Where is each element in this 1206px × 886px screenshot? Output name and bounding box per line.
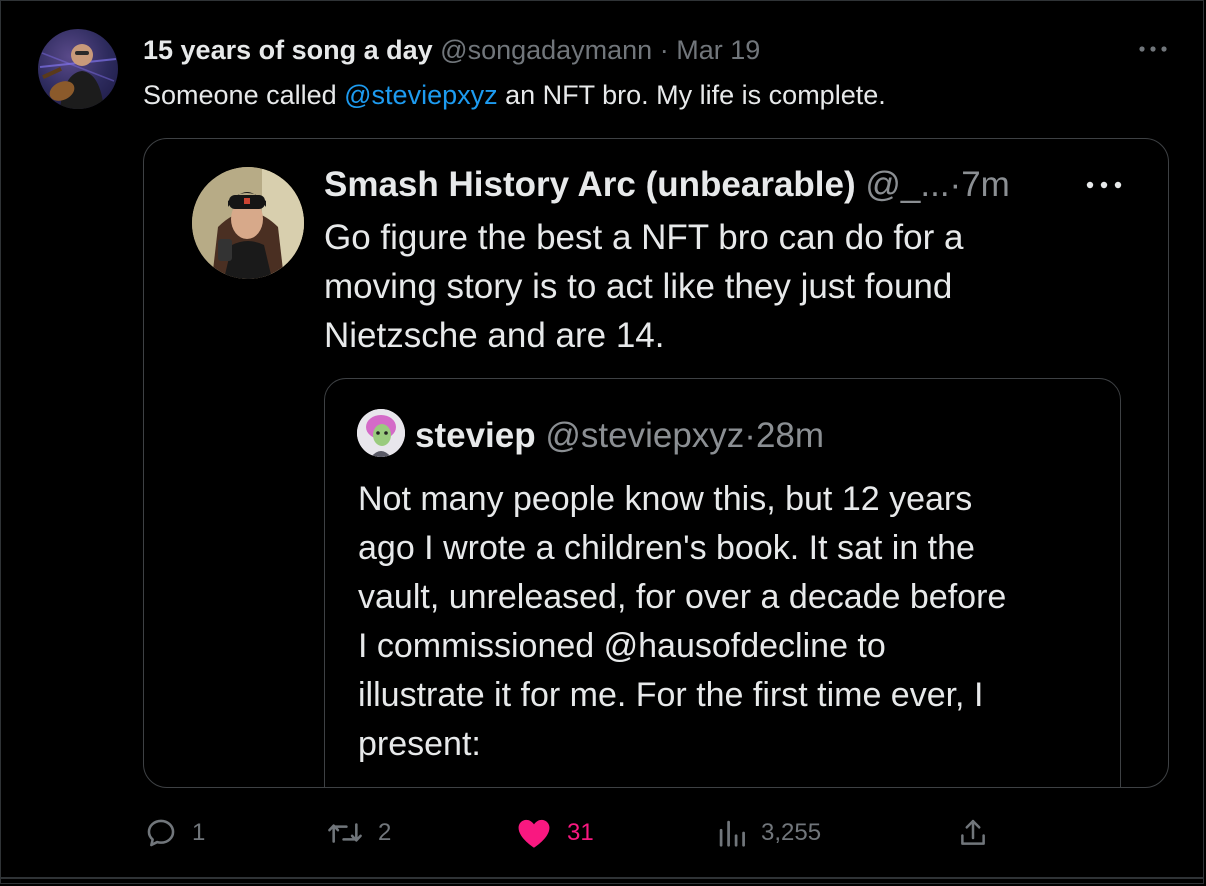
views-count: 3,255	[761, 819, 822, 846]
share-icon	[958, 816, 988, 850]
mention-link[interactable]: @steviepxyz	[344, 80, 497, 110]
heart-icon	[515, 816, 553, 850]
quoted-author-handle[interactable]: @_...	[865, 165, 949, 204]
nested-tweet-text: Not many people know this, but 12 years …	[358, 480, 1007, 763]
like-count: 31	[567, 819, 594, 846]
quoted-author-avatar[interactable]	[192, 167, 304, 279]
share-button[interactable]	[958, 813, 988, 853]
quoted-tweet-timestamp[interactable]: 7m	[961, 165, 1010, 204]
tweet-text: Someone called @steviepxyz an NFT bro. M…	[143, 78, 886, 112]
nested-quoted-tweet-card[interactable]: steviep @steviepxyz·28m Not many people …	[324, 378, 1121, 787]
quoted-tweet-card[interactable]: Smash History Arc (unbearable) @_...·7m …	[143, 138, 1169, 788]
author-name[interactable]: 15 years of song a day	[143, 35, 433, 65]
tweet-text-part: Someone called	[143, 80, 345, 110]
nested-tweet-header: steviep @steviepxyz·28m	[415, 414, 824, 458]
retweet-icon	[326, 816, 364, 850]
like-button[interactable]: 31	[515, 813, 594, 853]
tweet-header: 15 years of song a day @songadaymann · M…	[143, 33, 760, 67]
divider	[1, 877, 1203, 879]
nested-author-name[interactable]: steviep	[415, 416, 536, 455]
nested-tweet-timestamp[interactable]: 28m	[756, 416, 824, 455]
author-handle[interactable]: @songadaymann	[440, 35, 652, 65]
nested-author-handle[interactable]: @steviepxyz	[545, 416, 744, 455]
retweet-count: 2	[378, 819, 392, 846]
quoted-tweet-text: Go figure the best a NFT bro can do for …	[324, 218, 964, 355]
reply-icon	[144, 816, 178, 850]
separator-dot: ·	[949, 165, 962, 204]
quoted-tweet-header: Smash History Arc (unbearable) @_...·7m	[324, 163, 1010, 207]
retweet-button[interactable]: 2	[326, 813, 391, 853]
nested-author-avatar[interactable]	[357, 409, 405, 457]
views-button[interactable]: 3,255	[717, 813, 821, 853]
tweet-card: 15 years of song a day @songadaymann · M…	[0, 0, 1204, 884]
separator-dot: ·	[744, 416, 756, 455]
reply-button[interactable]: 1	[144, 813, 205, 853]
tweet-text-part: an NFT bro. My life is complete.	[497, 80, 886, 110]
analytics-bar-icon	[717, 816, 747, 850]
separator-dot: ·	[659, 35, 669, 65]
more-horizontal-icon[interactable]	[1084, 175, 1124, 195]
author-avatar[interactable]	[38, 29, 118, 109]
more-horizontal-icon[interactable]	[1137, 37, 1169, 61]
reply-count: 1	[192, 819, 206, 846]
tweet-timestamp[interactable]: Mar 19	[676, 35, 760, 65]
quoted-author-name[interactable]: Smash History Arc (unbearable)	[324, 165, 856, 204]
